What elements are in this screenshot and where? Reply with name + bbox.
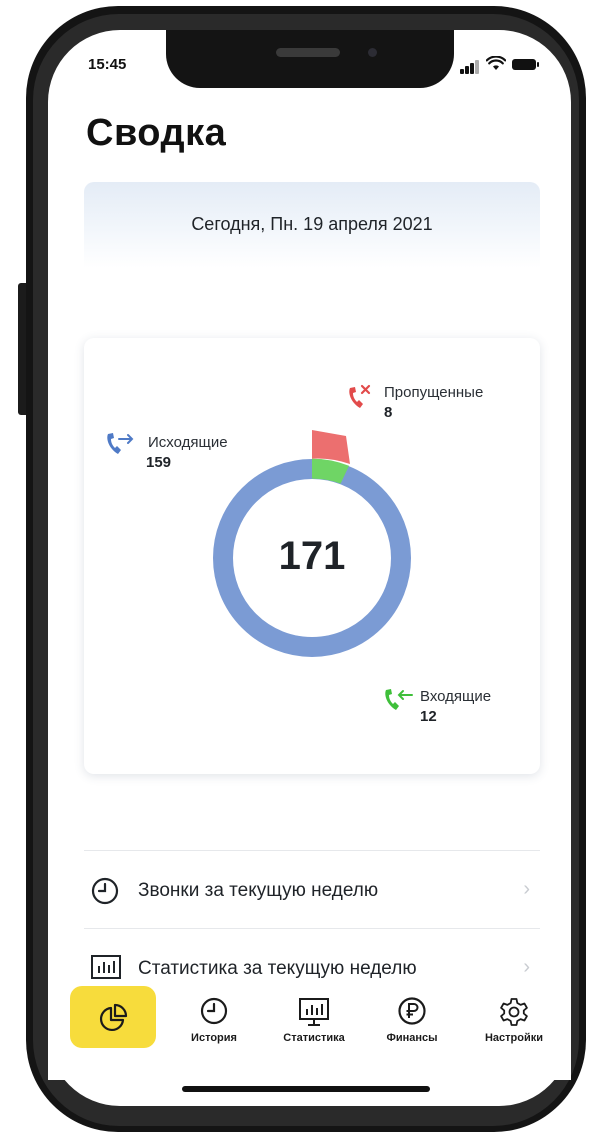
gear-icon <box>500 998 528 1026</box>
total-calls-value: 171 <box>278 534 346 578</box>
incoming-call-icon <box>385 689 413 710</box>
outgoing-call-icon <box>107 433 134 454</box>
monitor-chart-icon <box>299 998 329 1026</box>
tab-finance-label: Финансы <box>386 1032 438 1044</box>
date-label: Сегодня, Пн. 19 апреля 2021 <box>191 214 433 234</box>
chevron-right-icon: › <box>523 878 530 900</box>
pie-chart-icon <box>99 1003 128 1032</box>
missed-call-icon <box>349 384 371 408</box>
status-time: 15:45 <box>88 56 127 73</box>
tab-statistics-label: Статистика <box>283 1032 345 1044</box>
home-indicator <box>182 1086 430 1092</box>
tab-settings[interactable]: Настройки <box>466 980 562 1070</box>
list-divider-top <box>84 850 540 851</box>
stats-icon <box>91 955 121 979</box>
tab-bar: История Статистика Финансы Настройки <box>48 980 571 1080</box>
clock-icon <box>91 877 119 905</box>
tab-statistics[interactable]: Статистика <box>266 980 362 1070</box>
status-icons <box>460 56 552 74</box>
list-divider-middle <box>84 928 540 929</box>
wifi-icon <box>486 56 506 70</box>
camera <box>368 48 377 57</box>
legend-incoming-value: 12 <box>420 708 437 725</box>
legend-outgoing-label: Исходящие <box>148 434 228 451</box>
page-title: Сводка <box>86 112 227 154</box>
speaker <box>276 48 340 57</box>
list-item-weekly-calls[interactable]: Звонки за текущую неделю › <box>84 856 540 926</box>
tab-settings-label: Настройки <box>484 1032 544 1044</box>
clock-icon <box>200 997 228 1025</box>
tab-finance[interactable]: Финансы <box>368 980 456 1070</box>
legend-missed-value: 8 <box>384 404 393 421</box>
list-item-label: Статистика за текущую неделю <box>138 958 417 979</box>
tab-history-label: История <box>191 1032 237 1044</box>
tab-summary[interactable] <box>48 980 178 1070</box>
chevron-right-icon: › <box>523 956 530 978</box>
legend-missed-label: Пропущенные <box>384 384 484 401</box>
legend-incoming-label: Входящие <box>420 688 492 705</box>
ruble-icon <box>398 997 426 1025</box>
calls-summary-card[interactable]: 171 Пропущенные 8 Исходящие 159 Входящие… <box>84 338 540 774</box>
legend-outgoing-value: 159 <box>146 454 172 471</box>
date-bar: Сегодня, Пн. 19 апреля 2021 <box>84 182 540 268</box>
notch <box>166 30 454 88</box>
tab-history[interactable]: История <box>172 980 256 1070</box>
battery-icon <box>512 59 539 70</box>
list-item-label: Звонки за текущую неделю <box>138 880 379 901</box>
